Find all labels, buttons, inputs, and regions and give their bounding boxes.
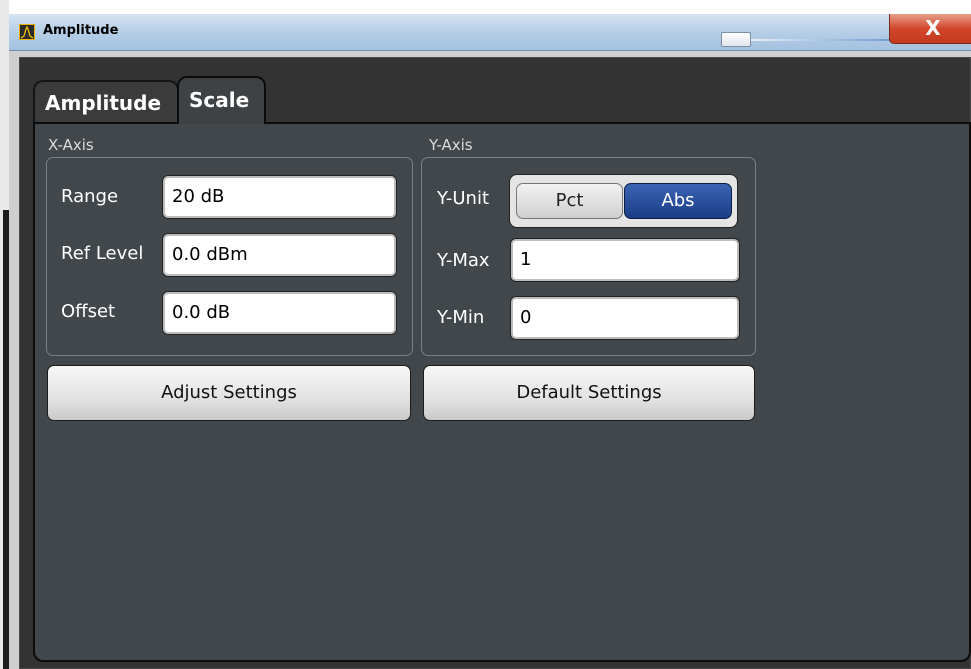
background-strip xyxy=(0,0,9,669)
adjust-settings-button[interactable]: Adjust Settings xyxy=(47,365,411,421)
offset-input[interactable]: 0.0 dB xyxy=(162,291,397,335)
default-settings-button[interactable]: Default Settings xyxy=(423,365,755,421)
window-title: Amplitude xyxy=(43,23,119,38)
y-unit-label: Y-Unit xyxy=(437,188,489,209)
title-bar: Amplitude X xyxy=(9,14,971,51)
y-max-label: Y-Max xyxy=(437,250,490,271)
tab-scale[interactable]: Scale xyxy=(177,76,266,124)
y-min-label: Y-Min xyxy=(437,307,485,328)
x-axis-title: X-Axis xyxy=(48,136,94,154)
ref-level-label: Ref Level xyxy=(61,243,144,264)
transparency-slider-thumb[interactable] xyxy=(721,32,751,47)
tab-amplitude-label: Amplitude xyxy=(45,91,162,115)
offset-label: Offset xyxy=(61,301,116,322)
y-max-input[interactable]: 1 xyxy=(510,238,740,282)
y-min-input[interactable]: 0 xyxy=(510,296,740,340)
tab-amplitude[interactable]: Amplitude xyxy=(33,80,179,124)
tab-scale-label: Scale xyxy=(189,88,250,112)
ref-level-input[interactable]: 0.0 dBm xyxy=(162,233,397,277)
y-unit-pct-button[interactable]: Pct xyxy=(516,183,623,219)
y-axis-title: Y-Axis xyxy=(429,136,473,154)
range-label: Range xyxy=(61,186,119,207)
spectrum-icon xyxy=(19,24,35,40)
close-button[interactable]: X xyxy=(889,14,971,44)
close-icon: X xyxy=(925,16,941,40)
range-input[interactable]: 20 dB xyxy=(162,175,397,219)
y-unit-abs-button[interactable]: Abs xyxy=(624,183,732,219)
